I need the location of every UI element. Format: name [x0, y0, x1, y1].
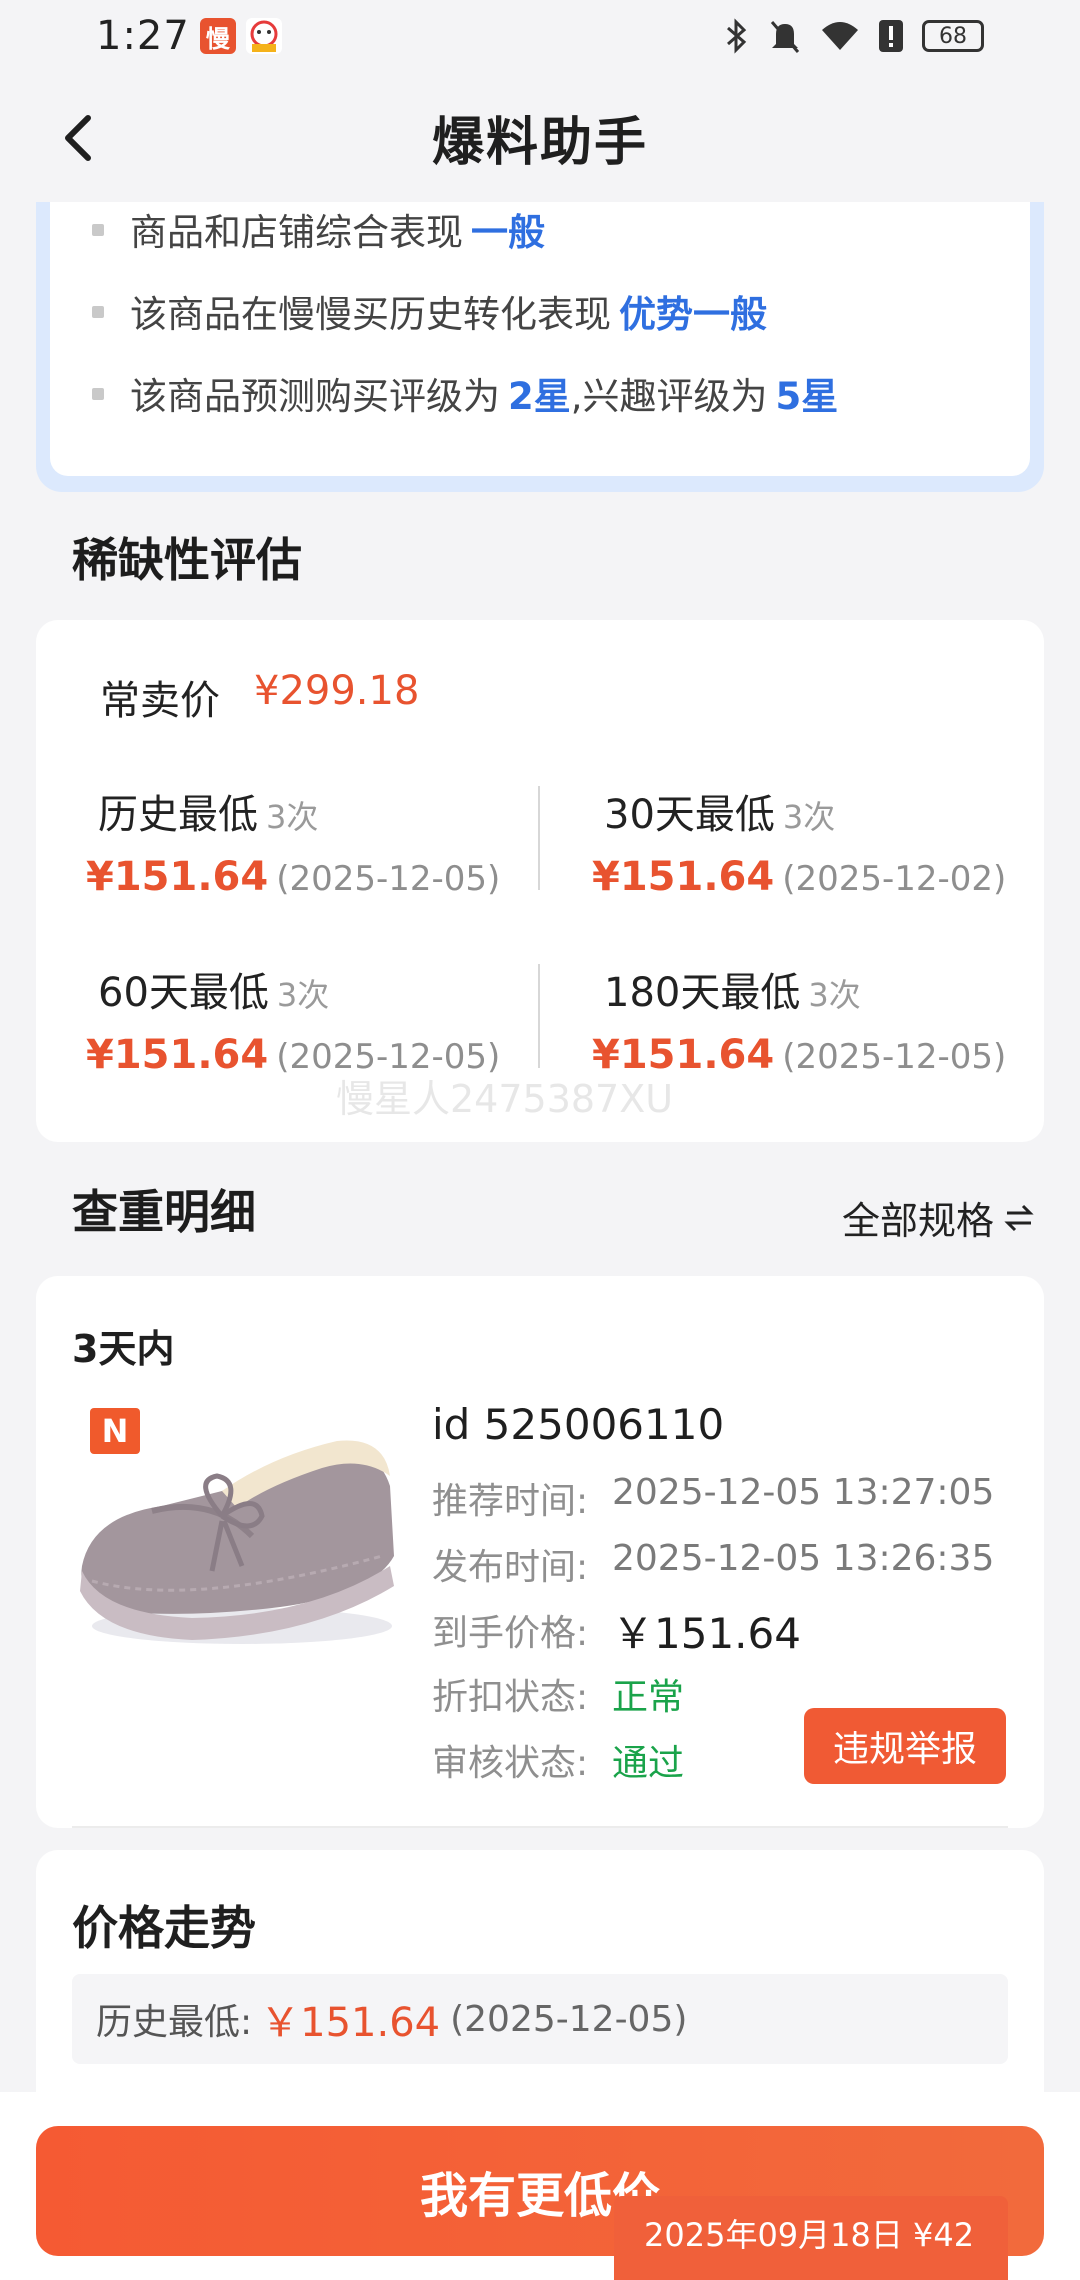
page-title: 爆料助手 [431, 112, 648, 173]
bluetooth-icon [727, 18, 747, 54]
status-icons: 68 [724, 18, 984, 54]
back-icon[interactable] [50, 108, 110, 168]
lowest-cell-30d: 30天最低 3次 ¥151.64 (2025-12-02) [592, 792, 1007, 900]
divider [72, 1826, 1008, 1828]
new-badge: N [90, 1408, 140, 1454]
usual-price-value: ¥299.18 [254, 668, 420, 714]
summary-line: 该商品预测购买评级为 2星 ,兴趣评级为 5星 [50, 352, 1030, 434]
usual-price-label: 常卖价 [100, 678, 220, 724]
lowest-cell-60d: 60天最低 3次 ¥151.64 (2025-12-05) [86, 970, 501, 1078]
spec-toggle-label: 全部规格 [841, 1199, 994, 1243]
scarcity-card: 常卖价 ¥299.18 历史最低 3次 ¥151.64 (2025-12-05) 3… [36, 620, 1044, 1142]
spec-toggle[interactable]: 全部规格 [842, 1190, 1034, 1245]
dedup-card: 3天内 N id 525006110 推荐时间: 2025-12-05 13:2… [36, 1276, 1044, 1828]
price-trend-card: 价格走势 历史最低: ￥151.64 (2025-12-05) [36, 1850, 1044, 2092]
scroll-content[interactable]: 商品和店铺综合表现 一般 该商品在慢慢买历史转化表现 优势一般 该商品预测购买评… [0, 202, 1080, 2092]
info-row-publish-time: 发布时间: 2025-12-05 13:26:35 [432, 1538, 995, 1588]
history-lowest-price: ￥151.64 [260, 2000, 441, 2046]
alert-icon [879, 20, 903, 52]
divider [538, 964, 540, 1068]
status-time: 1:27 [96, 13, 190, 59]
info-row-review-status: 审核状态: 通过 [432, 1743, 685, 1784]
history-lowest-label: 历史最低: [96, 2002, 253, 2043]
info-row-discount-status: 折扣状态: 正常 [432, 1677, 685, 1718]
report-button[interactable]: 违规举报 [804, 1708, 1006, 1784]
battery-icon: 68 [922, 20, 984, 52]
product-id: id 525006110 [432, 1400, 725, 1449]
summary-line: 商品和店铺综合表现 一般 [50, 202, 1030, 270]
divider [538, 786, 540, 890]
mute-icon [770, 21, 800, 53]
app-notification-icon: 慢 [199, 18, 236, 54]
price-trend-title: 价格走势 [72, 1901, 256, 1955]
lowest-cell-history: 历史最低 3次 ¥151.64 (2025-12-05) [86, 792, 501, 900]
price-tooltip: 2025年09月18日 ¥42 [614, 2196, 1008, 2280]
info-row-recommend-time: 推荐时间: 2025-12-05 13:27:05 [432, 1472, 995, 1522]
period-label: 3天内 [72, 1327, 175, 1371]
lowest-cell-180d: 180天最低 3次 ¥151.64 (2025-12-05) [592, 970, 1007, 1078]
history-lowest-box: 历史最低: ￥151.64 (2025-12-05) [72, 1974, 1008, 2064]
app-header: 爆料助手 [0, 72, 1080, 202]
info-row-final-price: 到手价格: ￥151.64 [432, 1609, 801, 1658]
summary-line: 该商品在慢慢买历史转化表现 优势一般 [50, 270, 1030, 352]
summary-card: 商品和店铺综合表现 一般 该商品在慢慢买历史转化表现 优势一般 该商品预测购买评… [36, 202, 1044, 492]
status-bar: 1:27 慢 68 [0, 0, 1080, 72]
swap-icon [1004, 1204, 1034, 1231]
watermark: 慢星人2475387XU [336, 1077, 674, 1121]
dedup-title: 查重明细 [72, 1185, 256, 1239]
scarcity-title: 稀缺性评估 [72, 533, 302, 587]
mascot-notification-icon [245, 18, 282, 54]
history-lowest-date: (2025-12-05) [450, 1998, 688, 2040]
wifi-icon [822, 22, 858, 50]
